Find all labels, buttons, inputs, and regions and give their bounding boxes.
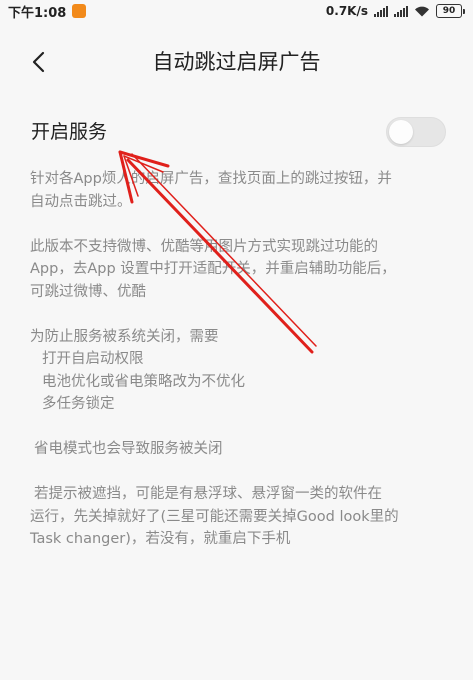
service-toggle[interactable]	[386, 117, 446, 147]
chevron-left-icon	[32, 51, 45, 73]
status-right: 0.7K/s 90	[326, 4, 465, 18]
status-bar: 下午1:08 0.7K/s 90	[0, 0, 473, 22]
status-left: 下午1:08	[8, 2, 87, 21]
battery-icon: 90	[436, 4, 465, 18]
signal-icon	[394, 5, 408, 17]
battery-level: 90	[436, 4, 462, 18]
description-line: 若提示被遮挡，可能是有悬浮球、悬浮窗一类的软件在	[34, 486, 382, 502]
description-paragraph-5: 若提示被遮挡，可能是有悬浮球、悬浮窗一类的软件在 运行，先关掉就好了(三星可能还…	[30, 483, 450, 551]
back-button[interactable]	[22, 46, 54, 78]
description-paragraph-2: 此版本不支持微博、优酷等用图片方式实现跳过功能的 App，去App 设置中打开适…	[30, 236, 450, 304]
page-title: 自动跳过启屏广告	[152, 50, 321, 74]
service-label: 开启服务	[31, 121, 108, 143]
service-row[interactable]: 开启服务	[0, 110, 473, 154]
description-line: Task changer)，若没有，就重启下手机	[30, 531, 291, 547]
app-notification-icon	[72, 4, 87, 18]
signal-icon	[374, 5, 388, 17]
requirement-item: 电池优化或省电策略改为不优化	[42, 373, 245, 390]
status-time: 下午1:08	[8, 5, 67, 21]
description-line: 可跳过微博、优酷	[30, 283, 146, 300]
network-speed: 0.7K/s	[325, 4, 368, 18]
header: 自动跳过启屏广告	[0, 36, 473, 88]
description-line: 运行，先关掉就好了(三星可能还需要关掉Good look里的	[30, 508, 399, 525]
description-line: 省电模式也会导致服务被关闭	[34, 441, 223, 457]
description-paragraph-4: 省电模式也会导致服务被关闭	[30, 438, 450, 461]
description-line: 为防止服务被系统关闭，需要	[30, 328, 219, 345]
description-line: App，去App 设置中打开适配开关，并重启辅助功能后，	[30, 261, 396, 277]
toggle-knob	[389, 120, 413, 144]
wifi-icon	[415, 6, 429, 17]
description: 针对各App烦人的启屏广告，查找页面上的跳过按钮，并 自动点击跳过。 此版本不支…	[30, 168, 450, 573]
requirement-item: 打开自启动权限	[42, 351, 144, 367]
description-paragraph-1: 针对各App烦人的启屏广告，查找页面上的跳过按钮，并 自动点击跳过。	[30, 168, 450, 213]
description-paragraph-3: 为防止服务被系统关闭，需要 打开自启动权限 电池优化或省电策略改为不优化 多任务…	[30, 326, 450, 416]
description-line: 针对各App烦人的启屏广告，查找页面上的跳过按钮，并	[30, 171, 392, 187]
description-line: 此版本不支持微博、优酷等用图片方式实现跳过功能的	[30, 238, 378, 255]
description-line: 自动点击跳过。	[30, 193, 132, 210]
requirement-item: 多任务锁定	[42, 396, 115, 412]
